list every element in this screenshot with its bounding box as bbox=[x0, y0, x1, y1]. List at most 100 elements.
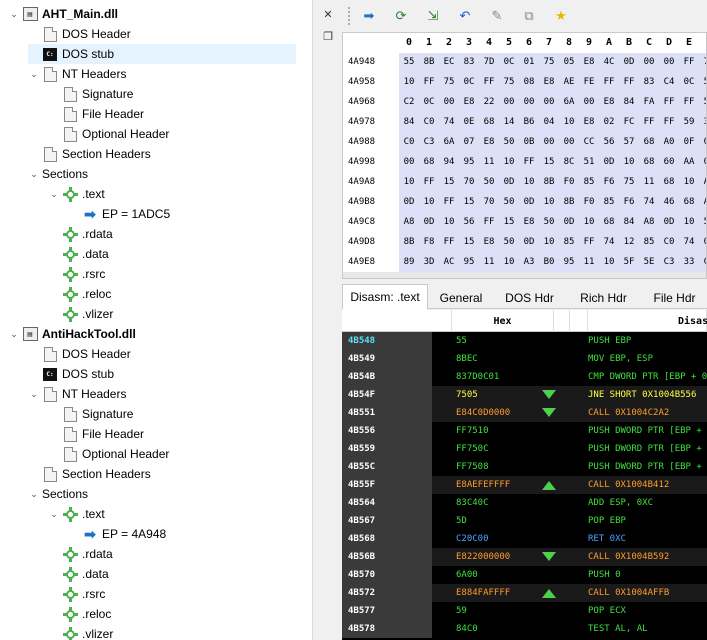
hex-byte[interactable]: 11 bbox=[639, 177, 659, 187]
expand-toggle[interactable] bbox=[48, 624, 60, 640]
restore-icon[interactable]: ❐ bbox=[321, 30, 335, 44]
tree-node[interactable]: Signature bbox=[48, 84, 133, 104]
tree-node[interactable]: File Header bbox=[48, 424, 144, 444]
hex-row[interactable]: 4A988C0C36A07E8500B0000CC565768A00F00 bbox=[343, 133, 706, 153]
hex-bytes[interactable]: C0C36A07E8500B0000CC565768A00F00 bbox=[399, 133, 706, 153]
hex-byte[interactable]: AC bbox=[439, 257, 459, 267]
hex-byte[interactable]: 89 bbox=[399, 257, 419, 267]
expand-toggle[interactable] bbox=[48, 424, 60, 444]
disasm-column-header[interactable] bbox=[342, 310, 452, 332]
hex-byte[interactable]: FF bbox=[679, 57, 699, 67]
disasm-row[interactable]: 4B54B 837D0C01 CMP DWORD PTR [EBP + 0XC], … bbox=[342, 368, 707, 386]
hex-byte[interactable]: 8B bbox=[399, 237, 419, 247]
hex-byte[interactable]: 8B bbox=[539, 177, 559, 187]
hex-byte[interactable]: 0D bbox=[599, 157, 619, 167]
hex-row[interactable]: 4A9A810FF1570500D108BF085F675116810AA bbox=[343, 173, 706, 193]
chevron-down-icon[interactable]: ⌄ bbox=[28, 484, 40, 504]
hex-byte[interactable]: 84 bbox=[619, 97, 639, 107]
tree-node[interactable]: .rsrc bbox=[48, 264, 105, 284]
tree-node[interactable]: ⌄ Sections bbox=[28, 484, 88, 504]
disasm-row[interactable]: 4B572 E884FAFFFF CALL 0X1004AFFB bbox=[342, 584, 707, 602]
hex-byte[interactable]: 00 bbox=[639, 57, 659, 67]
hex-byte[interactable]: C4 bbox=[659, 77, 679, 87]
hex-byte[interactable]: 0D bbox=[559, 217, 579, 227]
hex-byte[interactable]: 8B bbox=[559, 197, 579, 207]
hex-byte[interactable]: 94 bbox=[439, 157, 459, 167]
expand-toggle[interactable] bbox=[48, 584, 60, 604]
expand-toggle[interactable] bbox=[48, 404, 60, 424]
hex-byte[interactable]: 00 bbox=[539, 97, 559, 107]
hex-byte[interactable]: E8 bbox=[539, 77, 559, 87]
hex-byte[interactable]: 70 bbox=[479, 197, 499, 207]
hex-byte[interactable]: A3 bbox=[519, 257, 539, 267]
hex-byte[interactable]: F0 bbox=[559, 177, 579, 187]
tree-node[interactable]: ⌄ ▤ AHT_Main.dll bbox=[8, 4, 118, 24]
hex-byte[interactable]: 85 bbox=[579, 177, 599, 187]
hex-bytes[interactable]: 558BEC837D0C017505E84C0D0000FF75 bbox=[399, 53, 706, 73]
hex-byte[interactable]: B6 bbox=[519, 117, 539, 127]
import-button[interactable]: ⇲ bbox=[422, 5, 444, 27]
hex-byte[interactable]: FF bbox=[619, 77, 639, 87]
expand-toggle[interactable] bbox=[48, 604, 60, 624]
hex-byte[interactable]: 0C bbox=[419, 97, 439, 107]
chevron-down-icon[interactable]: ⌄ bbox=[28, 164, 40, 184]
favorite-button[interactable]: ★ bbox=[550, 5, 572, 27]
hex-byte[interactable]: 68 bbox=[679, 197, 699, 207]
expand-toggle[interactable] bbox=[28, 24, 40, 44]
hex-byte[interactable]: 50 bbox=[539, 217, 559, 227]
chevron-down-icon[interactable]: ⌄ bbox=[28, 384, 40, 404]
tree-node[interactable]: ⌄ Sections bbox=[28, 164, 88, 184]
hex-byte[interactable]: 68 bbox=[639, 137, 659, 147]
hex-byte[interactable]: 70 bbox=[459, 177, 479, 187]
hex-byte[interactable]: 84 bbox=[399, 117, 419, 127]
hex-byte[interactable]: E8 bbox=[599, 97, 619, 107]
hex-byte[interactable]: 74 bbox=[679, 237, 699, 247]
hex-byte[interactable]: F8 bbox=[419, 237, 439, 247]
hex-byte[interactable]: 11 bbox=[479, 257, 499, 267]
hex-byte[interactable]: FF bbox=[419, 77, 439, 87]
hex-bytes[interactable]: 006894951110FF158C510D106860AA0D bbox=[399, 153, 706, 173]
hex-byte[interactable]: FF bbox=[679, 97, 699, 107]
hex-row[interactable]: 4A9B80D10FF1570500D108BF085F6744668A0 bbox=[343, 193, 706, 213]
disasm-row[interactable]: 4B55C FF7508 PUSH DWORD PTR [EBP + 8] bbox=[342, 458, 707, 476]
hex-byte[interactable]: A8 bbox=[399, 217, 419, 227]
hex-byte[interactable]: 15 bbox=[459, 237, 479, 247]
hex-byte[interactable]: A8 bbox=[639, 217, 659, 227]
disasm-column-header[interactable]: Hex bbox=[452, 310, 554, 332]
hex-row[interactable]: 4A948558BEC837D0C017505E84C0D0000FF75 bbox=[343, 53, 706, 73]
tree-node[interactable]: .reloc bbox=[48, 284, 111, 304]
hex-byte[interactable]: 68 bbox=[659, 177, 679, 187]
hex-byte[interactable]: 95 bbox=[459, 157, 479, 167]
expand-toggle[interactable] bbox=[28, 364, 40, 384]
hex-byte[interactable]: 74 bbox=[439, 117, 459, 127]
hex-byte[interactable]: 00 bbox=[399, 157, 419, 167]
hex-byte[interactable]: 68 bbox=[639, 157, 659, 167]
hex-byte[interactable]: 33 bbox=[699, 117, 706, 127]
expand-toggle[interactable] bbox=[48, 444, 60, 464]
hex-byte[interactable]: 00 bbox=[539, 137, 559, 147]
hex-bytes[interactable]: 10FF1570500D108BF085F675116810AA bbox=[399, 173, 706, 193]
tree-node[interactable]: .data bbox=[48, 244, 109, 264]
hex-byte[interactable]: 75 bbox=[499, 77, 519, 87]
hex-byte[interactable]: AA bbox=[679, 157, 699, 167]
hex-byte[interactable]: 46 bbox=[659, 197, 679, 207]
tree-node[interactable]: .vlizer bbox=[48, 624, 113, 640]
tree-node[interactable]: .vlizer bbox=[48, 304, 113, 324]
hex-byte[interactable]: FF bbox=[419, 177, 439, 187]
hex-byte[interactable]: E8 bbox=[459, 97, 479, 107]
hex-byte[interactable]: 85 bbox=[639, 237, 659, 247]
hex-byte[interactable]: 75 bbox=[699, 57, 706, 67]
hex-byte[interactable]: 10 bbox=[619, 157, 639, 167]
disasm-row[interactable]: 4B577 59 POP ECX bbox=[342, 602, 707, 620]
hex-byte[interactable]: 0E bbox=[699, 237, 706, 247]
tree-node[interactable]: ⌄ NT Headers bbox=[28, 64, 126, 84]
tab-dos-hdr[interactable]: DOS Hdr bbox=[494, 286, 565, 309]
hex-byte[interactable]: 55 bbox=[399, 57, 419, 67]
tree-node[interactable]: .rdata bbox=[48, 544, 113, 564]
hex-byte[interactable]: 60 bbox=[659, 157, 679, 167]
hex-byte[interactable]: F6 bbox=[599, 177, 619, 187]
hex-byte[interactable]: FF bbox=[599, 77, 619, 87]
hex-byte[interactable]: 10 bbox=[519, 177, 539, 187]
hex-row[interactable]: 4A9E8893DAC951110A3B09511105F5EC333C0 bbox=[343, 253, 706, 273]
hex-bytes[interactable]: 8BF8FF15E8500D1085FF741285C0740E bbox=[399, 233, 706, 253]
